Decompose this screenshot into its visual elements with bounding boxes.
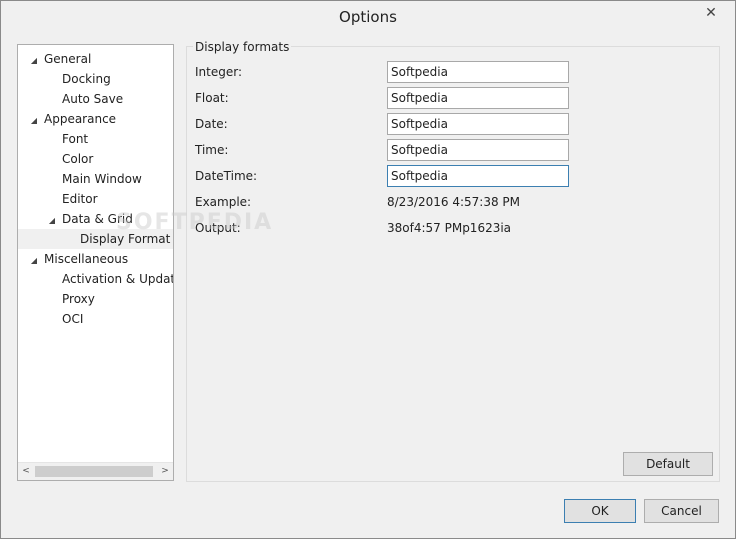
options-dialog: Options ✕ ◢ General Docking Auto Save ◢ Appea… bbox=[0, 0, 736, 539]
default-button[interactable]: Default bbox=[623, 452, 713, 476]
expand-arrow-icon[interactable]: ◢ bbox=[28, 251, 40, 271]
options-tree[interactable]: ◢ General Docking Auto Save ◢ Appearance Font C… bbox=[17, 44, 174, 481]
tree-item-label: Editor bbox=[62, 192, 98, 206]
window-title: Options bbox=[339, 8, 397, 26]
date-label: Date: bbox=[195, 117, 228, 131]
cancel-button[interactable]: Cancel bbox=[644, 499, 719, 523]
watermark: SOFTPEDIA bbox=[116, 210, 274, 235]
float-input[interactable] bbox=[387, 87, 569, 109]
time-input[interactable] bbox=[387, 139, 569, 161]
group-title: Display formats bbox=[193, 40, 292, 54]
float-label: Float: bbox=[195, 91, 229, 105]
tree-item-label: General bbox=[44, 52, 92, 66]
tree-item-proxy[interactable]: Proxy bbox=[46, 289, 95, 309]
output-value: 38of4:57 PMp1623ia bbox=[387, 221, 512, 235]
title-bar: Options ✕ bbox=[1, 1, 735, 33]
tree-item-label: OCI bbox=[62, 312, 84, 326]
tree-item-label: Activation & Updates bbox=[62, 272, 174, 286]
dialog-client-area: ◢ General Docking Auto Save ◢ Appearance Font C… bbox=[8, 33, 728, 532]
tree-horizontal-scrollbar[interactable]: < > bbox=[18, 462, 173, 480]
scroll-thumb[interactable] bbox=[35, 466, 153, 477]
tree-item-oci[interactable]: OCI bbox=[46, 309, 83, 329]
tree-item-label: Auto Save bbox=[62, 92, 124, 106]
expand-arrow-icon[interactable]: ◢ bbox=[28, 51, 40, 71]
datetime-input[interactable] bbox=[387, 165, 569, 187]
close-icon[interactable]: ✕ bbox=[695, 2, 727, 24]
tree-item-main-window[interactable]: Main Window bbox=[46, 169, 142, 189]
tree-item-label: Miscellaneous bbox=[44, 252, 129, 266]
ok-button[interactable]: OK bbox=[564, 499, 636, 523]
time-label: Time: bbox=[195, 143, 229, 157]
tree-item-label: Appearance bbox=[44, 112, 117, 126]
display-formats-group: Display formats Integer: Float: Date: Ti… bbox=[186, 40, 720, 482]
datetime-label: DateTime: bbox=[195, 169, 258, 183]
expand-arrow-icon[interactable]: ◢ bbox=[28, 111, 40, 131]
tree-item-color[interactable]: Color bbox=[46, 149, 93, 169]
tree-item-font[interactable]: Font bbox=[46, 129, 88, 149]
tree-item-activation-updates[interactable]: Activation & Updates bbox=[46, 269, 174, 289]
tree-item-miscellaneous[interactable]: ◢ Miscellaneous bbox=[28, 249, 128, 269]
integer-input[interactable] bbox=[387, 61, 569, 83]
integer-label: Integer: bbox=[195, 65, 242, 79]
date-input[interactable] bbox=[387, 113, 569, 135]
example-value: 8/23/2016 4:57:38 PM bbox=[387, 195, 521, 209]
tree-item-general[interactable]: ◢ General bbox=[28, 49, 91, 69]
expand-arrow-icon[interactable]: ◢ bbox=[46, 211, 58, 231]
tree-item-label: Color bbox=[62, 152, 94, 166]
scroll-right-icon[interactable]: > bbox=[157, 463, 173, 480]
tree-item-label: Proxy bbox=[62, 292, 95, 306]
tree-item-appearance[interactable]: ◢ Appearance bbox=[28, 109, 116, 129]
tree-item-label: Font bbox=[62, 132, 89, 146]
tree-item-auto-save[interactable]: Auto Save bbox=[46, 89, 123, 109]
tree-item-label: Docking bbox=[62, 72, 111, 86]
tree-item-docking[interactable]: Docking bbox=[46, 69, 111, 89]
tree-item-label: Main Window bbox=[62, 172, 142, 186]
tree-item-editor[interactable]: Editor bbox=[46, 189, 98, 209]
scroll-left-icon[interactable]: < bbox=[18, 463, 34, 480]
